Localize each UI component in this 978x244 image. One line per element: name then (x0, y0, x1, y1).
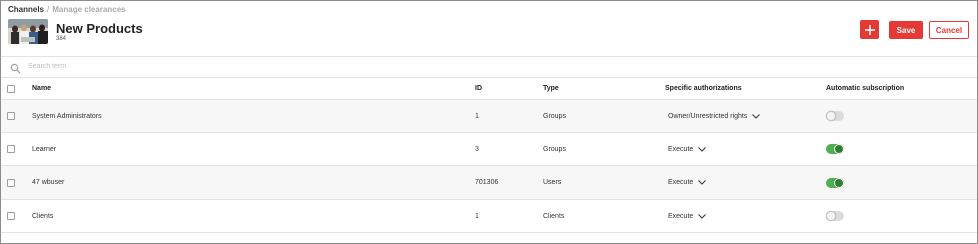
authorization-dropdown[interactable]: Owner/Unrestricted rights (668, 112, 761, 120)
authorization-value: Owner/Unrestricted rights (668, 112, 748, 120)
row-id: 701306 (475, 179, 499, 186)
auto-subscription-toggle[interactable] (826, 211, 844, 221)
table-row: System Administrators 1 Groups Owner/Unr… (1, 100, 977, 133)
row-name: Clients (32, 212, 54, 220)
row-id: 1 (475, 112, 479, 120)
add-button[interactable] (860, 20, 879, 39)
chevron-down-icon (698, 180, 707, 185)
row-checkbox-cell (7, 133, 15, 165)
row-checkbox[interactable] (7, 178, 15, 187)
authorization-value: Execute (668, 212, 694, 220)
row-id: 3 (475, 145, 479, 153)
column-header-automatic-subscription[interactable]: Automatic subscription (826, 78, 904, 99)
channel-thumbnail-image (8, 19, 48, 44)
row-type: Clients (543, 212, 565, 220)
row-authorization-cell: Execute (665, 133, 707, 165)
column-header-name[interactable]: Name (32, 78, 51, 99)
chevron-down-icon (698, 213, 707, 219)
auto-subscription-toggle[interactable] (826, 111, 844, 121)
page-frame: Channels / Manage clearances New Product… (0, 0, 978, 244)
column-header-id[interactable]: ID (475, 78, 482, 99)
row-subscription-cell (826, 166, 844, 199)
breadcrumb-current: Manage clearances (52, 5, 126, 14)
header-checkbox-cell (7, 78, 15, 99)
search-input[interactable] (28, 59, 428, 74)
row-authorization-cell: Owner/Unrestricted rights (665, 100, 761, 132)
row-name: System Administrators (32, 112, 102, 120)
row-authorization-cell: Execute (665, 166, 707, 199)
row-checkbox[interactable] (7, 145, 15, 153)
toggle-knob (826, 111, 836, 121)
plus-icon (864, 24, 875, 35)
authorization-value: Execute (668, 145, 694, 153)
row-authorization-cell: Execute (665, 200, 707, 232)
row-type: Groups (543, 112, 566, 120)
row-subscription-cell (826, 200, 844, 232)
row-checkbox-cell (7, 166, 15, 199)
cancel-button[interactable]: Cancel (929, 21, 969, 39)
page-title: New Products (56, 21, 143, 36)
row-type: Groups (543, 145, 566, 153)
table-header-row: Name ID Type Specific authorizations Aut… (1, 78, 977, 100)
toggle-knob (834, 177, 844, 188)
toggle-knob (834, 144, 844, 154)
channel-id-subtitle: 384 (56, 36, 67, 42)
row-type: Users (543, 179, 562, 186)
row-checkbox[interactable] (7, 112, 15, 120)
column-header-specific-authorizations[interactable]: Specific authorizations (665, 78, 742, 99)
breadcrumb-separator: / (47, 5, 50, 14)
authorization-dropdown[interactable]: Execute (668, 212, 707, 220)
row-checkbox-cell (7, 100, 15, 132)
authorization-dropdown[interactable]: Execute (668, 145, 707, 153)
authorization-dropdown[interactable]: Execute (668, 179, 707, 186)
save-button[interactable]: Save (889, 21, 923, 39)
select-all-checkbox[interactable] (7, 84, 15, 93)
search-icon (10, 61, 21, 74)
breadcrumb: Channels / Manage clearances (8, 5, 126, 14)
auto-subscription-toggle[interactable] (826, 144, 844, 154)
search-bar (1, 56, 977, 78)
row-subscription-cell (826, 133, 844, 165)
table-row: 47 wbuser 701306 Users Execute (1, 166, 977, 200)
column-header-type[interactable]: Type (543, 78, 559, 99)
row-name: 47 wbuser (32, 179, 65, 186)
authorization-value: Execute (668, 179, 694, 186)
chevron-down-icon (698, 146, 707, 152)
table-row: Learner 3 Groups Execute (1, 133, 977, 166)
row-checkbox[interactable] (7, 212, 15, 220)
row-id: 1 (475, 212, 479, 220)
row-name: Learner (32, 145, 57, 153)
row-subscription-cell (826, 100, 844, 132)
toggle-knob (826, 211, 836, 221)
row-checkbox-cell (7, 200, 15, 232)
table-row: Clients 1 Clients Execute (1, 200, 977, 233)
auto-subscription-toggle[interactable] (826, 177, 844, 188)
breadcrumb-channels-link[interactable]: Channels (8, 5, 44, 14)
chevron-down-icon (752, 113, 761, 119)
